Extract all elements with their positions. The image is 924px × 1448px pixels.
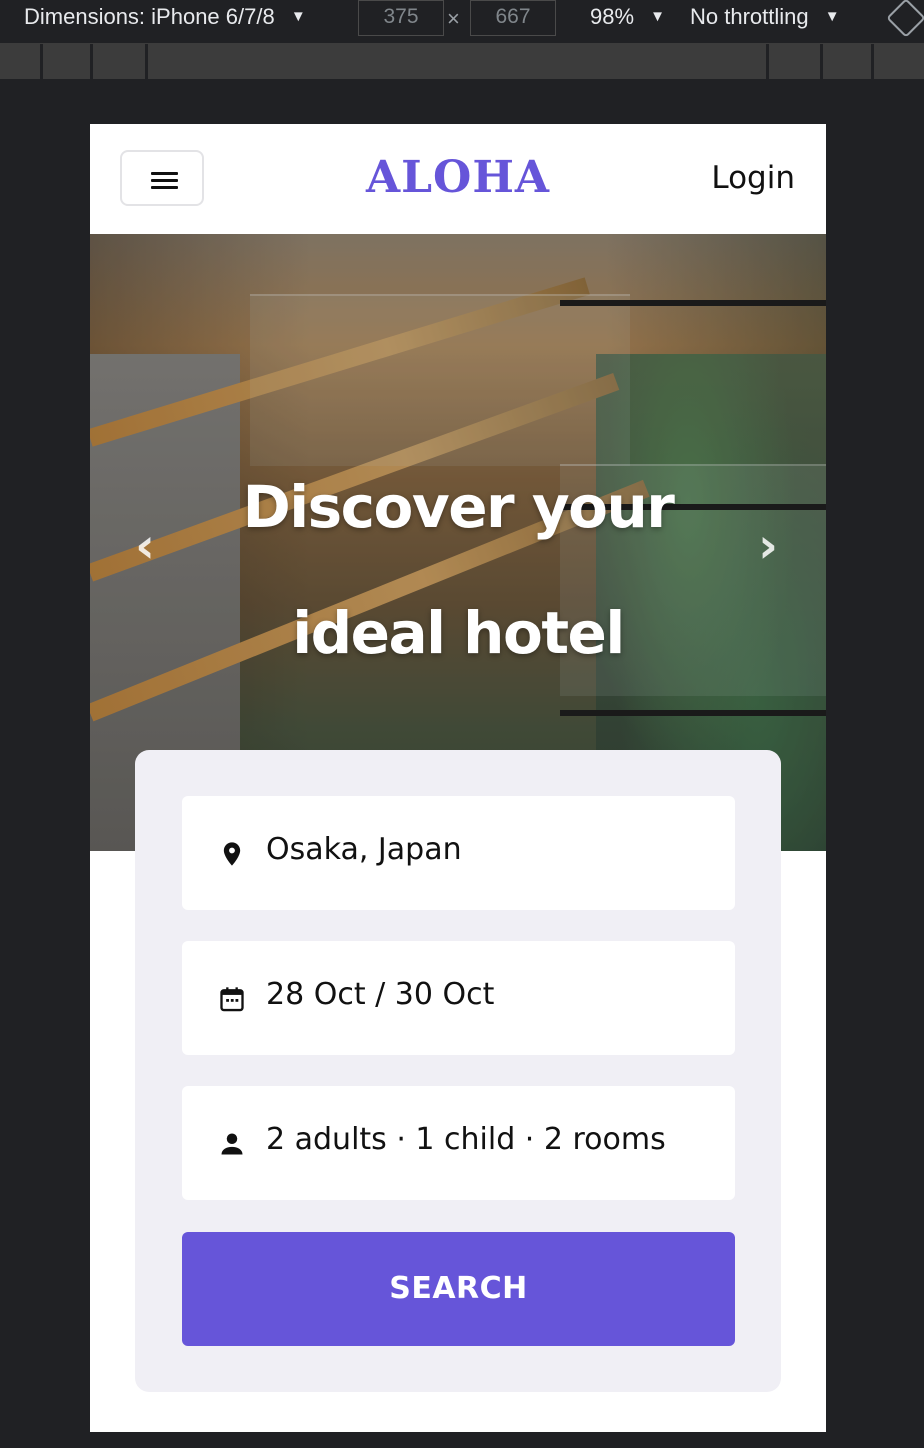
dates-value: 28 Oct / 30 Oct [266, 977, 495, 1012]
location-field[interactable]: Osaka, Japan [182, 796, 735, 910]
device-dimensions-label: Dimensions: iPhone 6/7/8 [24, 4, 275, 29]
device-width-input[interactable]: 375 [358, 0, 444, 36]
zoom-label: 98% [590, 4, 635, 29]
location-pin-icon [223, 842, 241, 866]
ruler-divider [90, 44, 93, 79]
ruler-divider [871, 44, 874, 79]
hero-title-line: Discover your [242, 473, 675, 541]
ruler-divider [40, 44, 43, 79]
device-dimensions-dropdown[interactable]: Dimensions: iPhone 6/7/8 ▼ [24, 4, 306, 30]
rotate-icon[interactable] [886, 0, 924, 38]
throttling-label: No throttling [690, 4, 809, 29]
ruler-divider [820, 44, 823, 79]
hero-title-line: ideal hotel [292, 599, 625, 667]
carousel-prev-icon[interactable]: ‹ [131, 522, 159, 570]
search-card: Osaka, Japan 28 Oct / 30 Oct 2 adults · … [135, 750, 781, 1392]
device-height-input[interactable]: 667 [470, 0, 556, 36]
chevron-down-icon: ▼ [650, 8, 666, 25]
throttling-dropdown[interactable]: No throttling ▼ [690, 4, 840, 30]
location-value: Osaka, Japan [266, 832, 462, 867]
device-viewport: ALOHA Login Discover your ideal hotel ‹ … [90, 124, 826, 1432]
zoom-dropdown[interactable]: 98% ▼ [590, 4, 665, 30]
site-header: ALOHA Login [90, 124, 826, 234]
ruler-divider [766, 44, 769, 79]
hero-title: Discover your ideal hotel [90, 444, 826, 696]
dimension-times-sign: × [447, 6, 460, 31]
dates-field[interactable]: 28 Oct / 30 Oct [182, 941, 735, 1055]
ruler-divider [145, 44, 148, 79]
chevron-down-icon: ▼ [824, 8, 840, 25]
carousel-next-icon[interactable]: › [754, 522, 782, 570]
guests-value: 2 adults · 1 child · 2 rooms [266, 1122, 666, 1157]
devtools-toolbar: Dimensions: iPhone 6/7/8 ▼ 375 × 667 98%… [0, 0, 924, 44]
chevron-down-icon: ▼ [290, 8, 306, 25]
media-query-ruler [0, 44, 924, 79]
login-link[interactable]: Login [711, 160, 795, 196]
person-icon [221, 1133, 243, 1155]
search-button[interactable]: SEARCH [182, 1232, 735, 1346]
calendar-icon [220, 987, 244, 1012]
guests-field[interactable]: 2 adults · 1 child · 2 rooms [182, 1086, 735, 1200]
